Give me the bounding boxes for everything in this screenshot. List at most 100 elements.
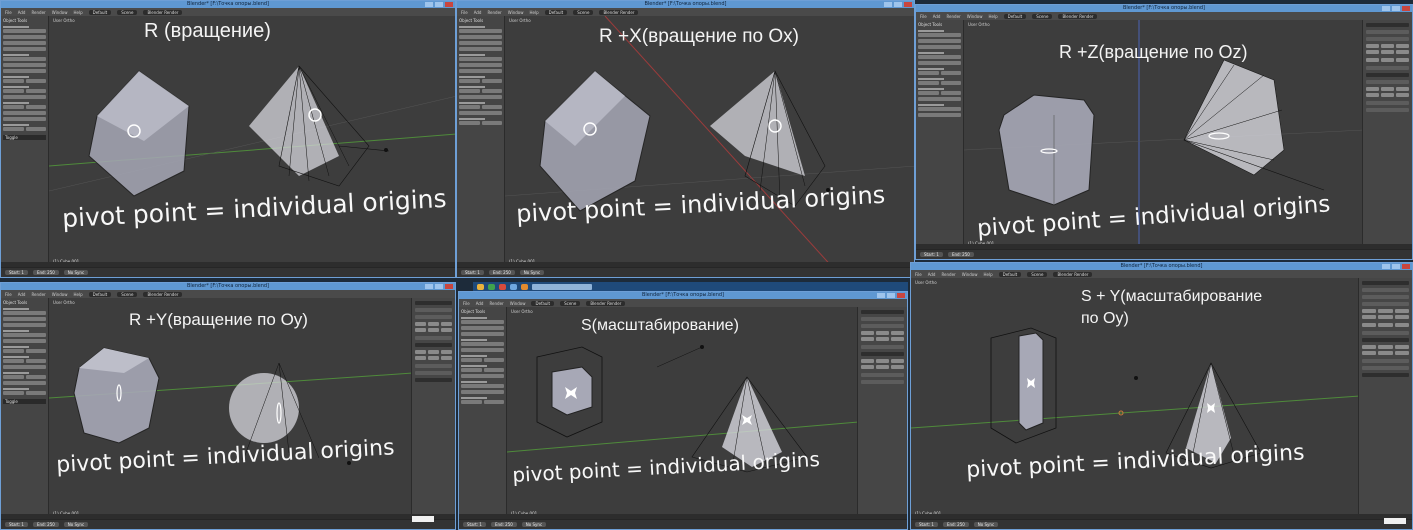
menu-file[interactable]: File — [5, 10, 12, 15]
menu-file[interactable]: File — [915, 272, 922, 277]
sync-selector[interactable]: No Sync — [63, 522, 89, 527]
taskbar-app[interactable] — [532, 283, 592, 290]
menu-help[interactable]: Help — [73, 10, 82, 15]
tool-button-pair[interactable] — [459, 79, 502, 83]
tool-button[interactable] — [918, 55, 961, 59]
layout-selector[interactable]: Default — [88, 291, 112, 297]
app-icon[interactable] — [499, 283, 506, 290]
scene-selector[interactable]: Scene — [1032, 13, 1053, 19]
menu-file[interactable]: File — [5, 292, 12, 297]
scene-selector[interactable]: Scene — [1027, 271, 1048, 277]
scene-selector[interactable]: Scene — [560, 300, 581, 306]
tool-button[interactable] — [461, 384, 504, 388]
end-frame-field[interactable]: End: 250 — [942, 522, 969, 527]
close-button[interactable] — [445, 284, 453, 289]
tool-button[interactable] — [3, 69, 46, 73]
tool-button[interactable] — [3, 333, 46, 337]
end-frame-field[interactable]: End: 250 — [490, 522, 517, 527]
tool-button[interactable] — [3, 111, 46, 115]
layout-selector[interactable]: Default — [88, 9, 112, 15]
tool-button-pair[interactable] — [3, 89, 46, 93]
end-frame-field[interactable]: End: 250 — [32, 270, 59, 275]
sync-selector[interactable]: No Sync — [63, 270, 89, 275]
tool-button[interactable] — [918, 61, 961, 65]
tool-button[interactable] — [461, 320, 504, 324]
3d-viewport[interactable]: User Ortho (1) Cube.001 R +Z(вращение по… — [964, 20, 1362, 249]
tool-button[interactable] — [461, 326, 504, 330]
tool-button[interactable] — [461, 390, 504, 394]
tool-button[interactable] — [918, 97, 961, 101]
3d-viewport[interactable]: User Ortho (1) Cube.001 R (вращение) piv… — [49, 16, 455, 267]
tool-button[interactable] — [918, 107, 961, 111]
tool-button[interactable] — [918, 113, 961, 117]
tool-button[interactable] — [3, 57, 46, 61]
app-icon[interactable] — [488, 283, 495, 290]
end-frame-field[interactable]: End: 250 — [32, 522, 59, 527]
menu-add[interactable]: Add — [18, 10, 26, 15]
scene-selector[interactable]: Scene — [117, 291, 138, 297]
start-frame-field[interactable]: Start: 1 — [463, 522, 486, 527]
sync-selector[interactable]: No Sync — [973, 522, 999, 527]
menu-render[interactable]: Render — [946, 14, 960, 19]
tool-button[interactable] — [459, 111, 502, 115]
tool-button-pair[interactable] — [3, 375, 46, 379]
tool-button-pair[interactable] — [918, 71, 961, 75]
tool-button[interactable] — [461, 348, 504, 352]
menu-window[interactable]: Window — [52, 10, 68, 15]
maximize-button[interactable] — [894, 2, 902, 7]
menu-help[interactable]: Help — [988, 14, 997, 19]
render-engine-selector[interactable]: Blender Render — [586, 300, 626, 306]
menu-add[interactable]: Add — [476, 301, 484, 306]
close-button[interactable] — [1402, 6, 1410, 11]
tool-button[interactable] — [3, 117, 46, 121]
layout-selector[interactable]: Default — [998, 271, 1022, 277]
menu-add[interactable]: Add — [474, 10, 482, 15]
tool-button[interactable] — [459, 63, 502, 67]
tool-button[interactable] — [3, 41, 46, 45]
render-engine-selector[interactable]: Blender Render — [1053, 271, 1093, 277]
close-button[interactable] — [904, 2, 912, 7]
menu-file[interactable]: File — [463, 301, 470, 306]
minimize-button[interactable] — [877, 293, 885, 298]
tool-button-pair[interactable] — [461, 358, 504, 362]
maximize-button[interactable] — [1392, 6, 1400, 11]
3d-viewport[interactable]: User Ortho (1) Cube.001 S(масштабировани… — [507, 307, 857, 519]
render-engine-selector[interactable]: Blender Render — [143, 291, 183, 297]
menu-window[interactable]: Window — [510, 301, 526, 306]
maximize-button[interactable] — [435, 284, 443, 289]
tool-button[interactable] — [3, 323, 46, 327]
tool-button[interactable] — [3, 311, 46, 315]
tool-button-pair[interactable] — [461, 400, 504, 404]
render-engine-selector[interactable]: Blender Render — [599, 9, 639, 15]
minimize-button[interactable] — [425, 2, 433, 7]
tool-button[interactable] — [3, 381, 46, 385]
tool-button[interactable] — [459, 95, 502, 99]
minimize-button[interactable] — [884, 2, 892, 7]
tool-button[interactable] — [3, 95, 46, 99]
menu-file[interactable]: File — [920, 14, 927, 19]
maximize-button[interactable] — [1392, 264, 1400, 269]
start-frame-field[interactable]: Start: 1 — [915, 522, 938, 527]
menu-window[interactable]: Window — [508, 10, 524, 15]
menu-help[interactable]: Help — [529, 10, 538, 15]
toggle-button[interactable]: Toggle — [3, 135, 46, 140]
tool-button[interactable] — [3, 35, 46, 39]
tool-button[interactable] — [459, 69, 502, 73]
end-frame-field[interactable]: End: 250 — [488, 270, 515, 275]
close-button[interactable] — [897, 293, 905, 298]
close-button[interactable] — [1402, 264, 1410, 269]
close-button[interactable] — [445, 2, 453, 7]
menu-render[interactable]: Render — [31, 292, 45, 297]
start-frame-field[interactable]: Start: 1 — [461, 270, 484, 275]
tool-button-pair[interactable] — [918, 81, 961, 85]
folder-icon[interactable] — [477, 283, 484, 290]
tool-button-pair[interactable] — [3, 359, 46, 363]
tool-button[interactable] — [459, 41, 502, 45]
tool-button[interactable] — [459, 47, 502, 51]
layout-selector[interactable]: Default — [531, 300, 555, 306]
tool-button[interactable] — [3, 47, 46, 51]
tool-button[interactable] — [461, 332, 504, 336]
menu-help[interactable]: Help — [983, 272, 992, 277]
menu-render[interactable]: Render — [489, 301, 503, 306]
tool-button[interactable] — [3, 63, 46, 67]
